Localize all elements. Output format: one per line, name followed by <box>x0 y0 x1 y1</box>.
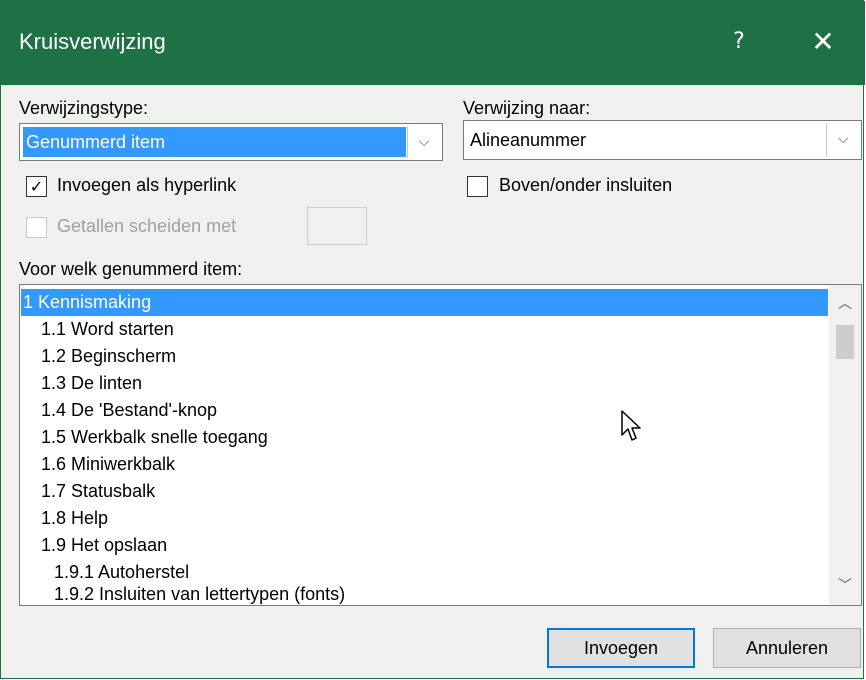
chevron-down-icon[interactable]: ⌵ <box>407 126 440 158</box>
list-item[interactable]: 1.1 Word starten <box>41 316 174 343</box>
scrollbar-thumb[interactable] <box>836 325 854 359</box>
include-above-below-checkbox[interactable] <box>467 176 488 197</box>
list-item[interactable]: 1.7 Statusbalk <box>41 478 155 505</box>
ref-type-label: Verwijzingstype: <box>19 98 149 118</box>
list-item[interactable]: 1.9 Het opslaan <box>41 532 167 559</box>
close-button[interactable]: ✕ <box>793 22 853 62</box>
insert-button[interactable]: Invoegen <box>547 628 695 668</box>
separate-numbers-checkbox[interactable] <box>26 217 47 238</box>
insert-hyperlink-label[interactable]: Invoegen als hyperlink <box>57 175 236 196</box>
chevron-down-icon[interactable]: ﹀ <box>829 575 861 599</box>
chevron-down-icon[interactable]: ⌵ <box>826 123 859 157</box>
ref-type-selection: Genummerd item <box>23 127 406 157</box>
close-icon: ✕ <box>811 25 835 58</box>
title-bar: Kruisverwijzing ? ✕ <box>1 1 865 85</box>
include-above-below-label[interactable]: Boven/onder insluiten <box>499 175 672 196</box>
numbered-item-list-label: Voor welk genummerd item: <box>19 259 243 279</box>
separate-numbers-label: Getallen scheiden met <box>57 216 237 236</box>
checkmark-icon: ✓ <box>29 177 44 196</box>
numbered-item-list[interactable]: 1 Kennismaking 1.1 Word starten 1.2 Begi… <box>19 284 862 606</box>
list-item[interactable]: 1.5 Werkbalk snelle toegang <box>41 424 268 451</box>
list-item[interactable]: 1 Kennismaking <box>21 289 828 316</box>
cancel-button[interactable]: Annuleren <box>713 628 861 668</box>
ref-type-value: Genummerd item <box>26 132 166 152</box>
list-item[interactable]: 1.8 Help <box>41 505 108 532</box>
ref-to-value: Alineanummer <box>470 130 587 150</box>
ref-type-dropdown[interactable]: Genummerd item ⌵ <box>19 123 443 161</box>
dialog-title: Kruisverwijzing <box>19 29 166 54</box>
list-item[interactable]: 1.3 De linten <box>41 370 142 397</box>
list-item[interactable]: 1.6 Miniwerkbalk <box>41 451 175 478</box>
mouse-cursor-icon <box>621 410 641 441</box>
cross-reference-dialog: Kruisverwijzing ? ✕ Verwijzingstype: Gen… <box>0 0 865 679</box>
ref-to-dropdown[interactable]: Alineanummer ⌵ <box>463 120 862 160</box>
help-button[interactable]: ? <box>717 22 761 62</box>
list-item[interactable]: 1.9.2 Insluiten van lettertypen (fonts) <box>54 581 345 605</box>
separate-numbers-field[interactable] <box>307 207 367 245</box>
vertical-scrollbar[interactable]: ︿ ﹀ <box>829 285 861 605</box>
chevron-up-icon[interactable]: ︿ <box>829 293 861 317</box>
insert-hyperlink-checkbox[interactable]: ✓ <box>26 176 47 197</box>
ref-to-label: Verwijzing naar: <box>463 98 591 118</box>
list-item[interactable]: 1.2 Beginscherm <box>41 343 176 370</box>
list-item[interactable]: 1.4 De 'Bestand'-knop <box>41 397 217 424</box>
